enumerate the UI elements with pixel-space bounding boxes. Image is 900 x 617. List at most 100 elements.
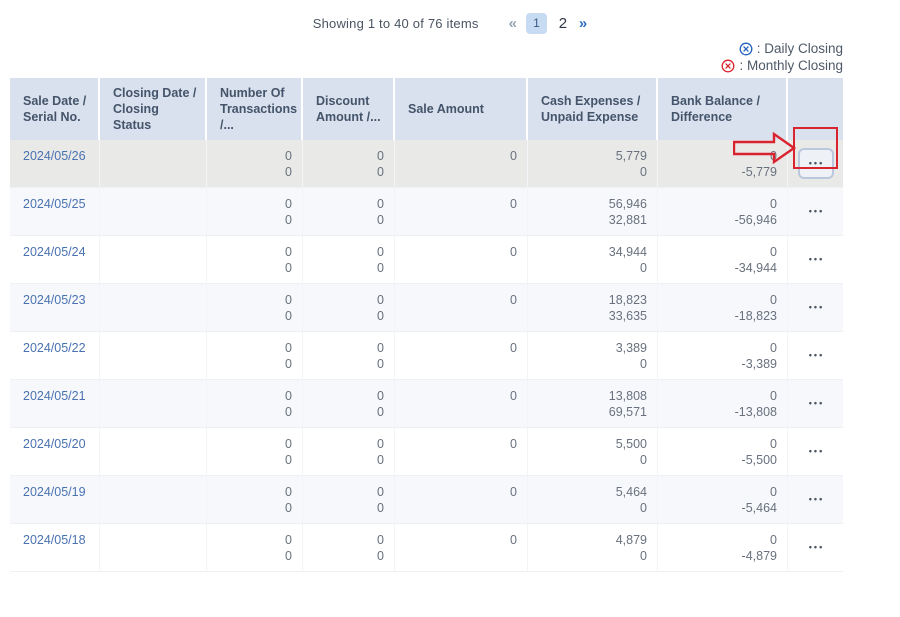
closing-date-cell <box>100 236 207 284</box>
prev-page-button[interactable]: « <box>509 16 517 31</box>
transactions-cell: 0 0 <box>207 428 303 476</box>
cash-expenses-cell: 4,879 0 <box>528 524 658 572</box>
table-row[interactable]: 2024/05/20 0 0 0 0 0 5,500 0 0 -5,500 <box>10 428 843 476</box>
row-actions-ellipsis-button[interactable]: ••• <box>805 347 826 364</box>
bank-balance-cell: 0 -5,500 <box>658 428 788 476</box>
row-actions-ellipsis-button[interactable]: ••• <box>805 203 826 220</box>
bank-balance-cell: 0 -3,389 <box>658 332 788 380</box>
closing-date-cell <box>100 524 207 572</box>
cash-expenses-cell: 56,946 32,881 <box>528 188 658 236</box>
sale-amount-cell: 0 <box>395 380 528 428</box>
col-closing-date: Closing Date / Closing Status <box>100 78 207 140</box>
sale-date-link[interactable]: 2024/05/25 <box>23 197 86 211</box>
bank-balance-cell: 0 -4,879 <box>658 524 788 572</box>
discount-cell: 0 0 <box>303 428 395 476</box>
sale-amount-cell: 0 <box>395 236 528 284</box>
cash-expenses-cell: 5,779 0 <box>528 140 658 188</box>
table-row[interactable]: 2024/05/26 0 0 0 0 0 5,779 0 0 -5,779 <box>10 140 843 188</box>
sale-amount-cell: 0 <box>395 332 528 380</box>
table-header: Sale Date / Serial No. Closing Date / Cl… <box>10 78 843 140</box>
bank-balance-cell: 0 -13,808 <box>658 380 788 428</box>
discount-cell: 0 0 <box>303 476 395 524</box>
col-bank-balance: Bank Balance / Difference <box>658 78 788 140</box>
closing-legend: : Daily Closing : Monthly Closing <box>721 41 843 73</box>
page-button-2[interactable]: 2 <box>556 13 570 34</box>
sale-amount-cell: 0 <box>395 140 528 188</box>
discount-cell: 0 0 <box>303 284 395 332</box>
cash-expenses-cell: 5,500 0 <box>528 428 658 476</box>
table-row[interactable]: 2024/05/24 0 0 0 0 0 34,944 0 0 -34,944 <box>10 236 843 284</box>
sale-date-cell: 2024/05/18 <box>10 524 100 572</box>
discount-cell: 0 0 <box>303 188 395 236</box>
sale-date-cell: 2024/05/19 <box>10 476 100 524</box>
discount-cell: 0 0 <box>303 524 395 572</box>
col-sale-date: Sale Date / Serial No. <box>10 78 100 140</box>
table-row[interactable]: 2024/05/23 0 0 0 0 0 18,823 33,635 0 -18… <box>10 284 843 332</box>
sale-date-link[interactable]: 2024/05/18 <box>23 533 86 547</box>
sale-date-link[interactable]: 2024/05/24 <box>23 245 86 259</box>
row-actions-ellipsis-button[interactable]: ••• <box>805 491 826 508</box>
closing-table: Sale Date / Serial No. Closing Date / Cl… <box>10 78 843 572</box>
col-discount: Discount Amount /... <box>303 78 395 140</box>
sale-amount-cell: 0 <box>395 476 528 524</box>
col-sale-amount: Sale Amount <box>395 78 528 140</box>
sale-date-link[interactable]: 2024/05/23 <box>23 293 86 307</box>
cash-expenses-cell: 34,944 0 <box>528 236 658 284</box>
discount-cell: 0 0 <box>303 380 395 428</box>
transactions-cell: 0 0 <box>207 284 303 332</box>
table-row[interactable]: 2024/05/22 0 0 0 0 0 3,389 0 0 -3,389 <box>10 332 843 380</box>
row-actions-ellipsis-button[interactable]: ••• <box>805 443 826 460</box>
cash-expenses-cell: 5,464 0 <box>528 476 658 524</box>
actions-cell: ••• <box>788 284 843 332</box>
sale-date-cell: 2024/05/20 <box>10 428 100 476</box>
row-actions-ellipsis-button[interactable]: ••• <box>805 539 826 556</box>
table-body: 2024/05/26 0 0 0 0 0 5,779 0 0 -5,779 <box>10 140 843 572</box>
next-page-button[interactable]: » <box>579 16 587 31</box>
cash-expenses-cell: 18,823 33,635 <box>528 284 658 332</box>
row-actions-ellipsis-button[interactable]: ••• <box>805 395 826 412</box>
sale-date-cell: 2024/05/24 <box>10 236 100 284</box>
transactions-cell: 0 0 <box>207 332 303 380</box>
row-actions-ellipsis-button[interactable]: ••• <box>805 299 826 316</box>
cash-expenses-cell: 13,808 69,571 <box>528 380 658 428</box>
discount-cell: 0 0 <box>303 140 395 188</box>
bank-balance-cell: 0 -5,779 <box>658 140 788 188</box>
legend-monthly-label: : Monthly Closing <box>739 58 843 73</box>
sale-date-link[interactable]: 2024/05/20 <box>23 437 86 451</box>
legend-daily-closing: : Daily Closing <box>739 41 843 56</box>
closing-date-cell <box>100 284 207 332</box>
sale-date-link[interactable]: 2024/05/19 <box>23 485 86 499</box>
closing-date-cell <box>100 476 207 524</box>
closing-report-page: Showing 1 to 40 of 76 items « 1 2 » : Da… <box>0 0 900 617</box>
closing-date-cell <box>100 332 207 380</box>
transactions-cell: 0 0 <box>207 140 303 188</box>
legend-daily-label: : Daily Closing <box>757 41 843 56</box>
sale-amount-cell: 0 <box>395 284 528 332</box>
sale-date-cell: 2024/05/25 <box>10 188 100 236</box>
transactions-cell: 0 0 <box>207 476 303 524</box>
table-row[interactable]: 2024/05/21 0 0 0 0 0 13,808 69,571 0 -13… <box>10 380 843 428</box>
actions-cell: ••• <box>788 332 843 380</box>
actions-cell: ••• <box>788 428 843 476</box>
bank-balance-cell: 0 -56,946 <box>658 188 788 236</box>
sale-amount-cell: 0 <box>395 428 528 476</box>
sale-date-cell: 2024/05/23 <box>10 284 100 332</box>
table-row[interactable]: 2024/05/18 0 0 0 0 0 4,879 0 0 -4,879 <box>10 524 843 572</box>
sale-date-cell: 2024/05/21 <box>10 380 100 428</box>
monthly-closing-circled-x-icon <box>721 59 735 73</box>
table-row[interactable]: 2024/05/25 0 0 0 0 0 56,946 32,881 0 -56… <box>10 188 843 236</box>
actions-cell: ••• <box>788 236 843 284</box>
discount-cell: 0 0 <box>303 236 395 284</box>
sale-date-link[interactable]: 2024/05/21 <box>23 389 86 403</box>
sale-date-link[interactable]: 2024/05/26 <box>23 149 86 163</box>
table-row[interactable]: 2024/05/19 0 0 0 0 0 5,464 0 0 -5,464 <box>10 476 843 524</box>
bank-balance-cell: 0 -34,944 <box>658 236 788 284</box>
closing-date-cell <box>100 380 207 428</box>
pager: « 1 2 » <box>509 13 588 34</box>
bank-balance-cell: 0 -18,823 <box>658 284 788 332</box>
bank-balance-cell: 0 -5,464 <box>658 476 788 524</box>
row-actions-ellipsis-button[interactable]: ••• <box>798 148 834 179</box>
page-button-1[interactable]: 1 <box>526 13 547 34</box>
row-actions-ellipsis-button[interactable]: ••• <box>805 251 826 268</box>
sale-date-link[interactable]: 2024/05/22 <box>23 341 86 355</box>
